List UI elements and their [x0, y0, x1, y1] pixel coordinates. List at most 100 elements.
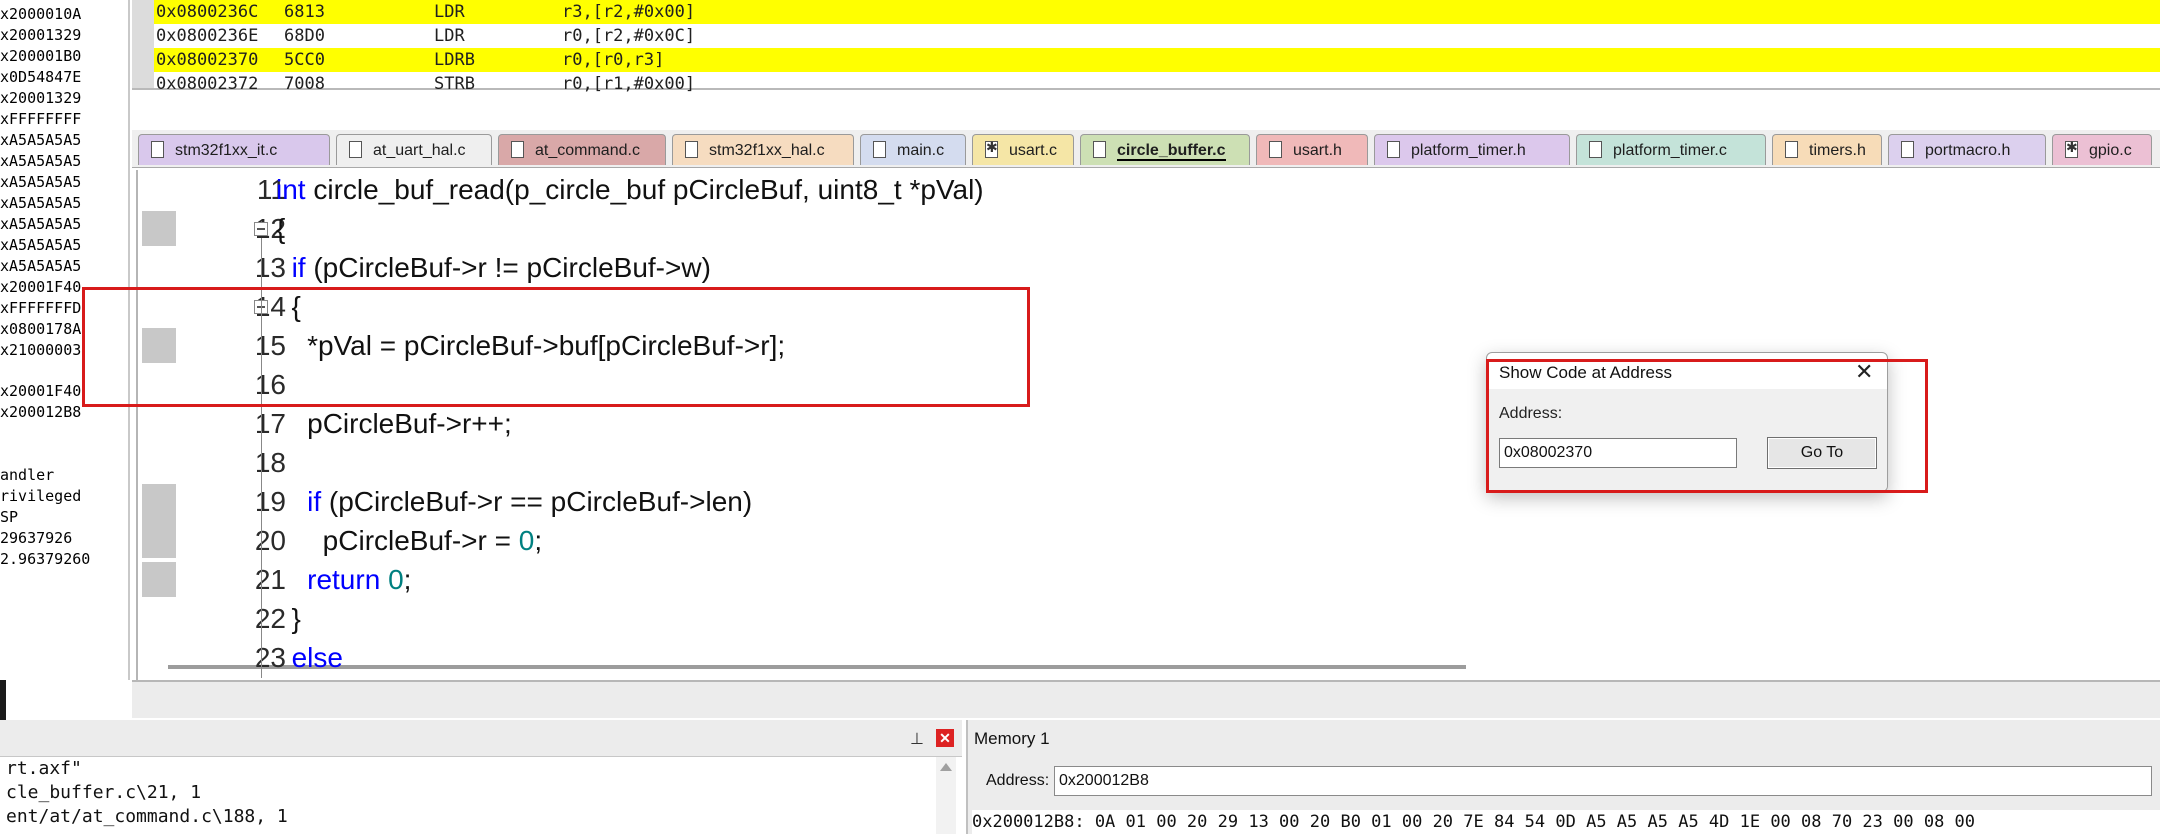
disassembly-code: 68D0	[284, 26, 325, 46]
memory-address-input[interactable]: 0x200012B8	[1054, 766, 2152, 796]
file-icon	[151, 141, 164, 158]
code-line[interactable]: else	[276, 638, 343, 677]
code-line[interactable]: {	[276, 209, 285, 248]
tab-at-uart-hal-c[interactable]: at_uart_hal.c	[336, 134, 492, 165]
disassembly-addr: 0x0800236E	[156, 26, 259, 46]
disassembly-row[interactable]: 0x08002372 7008 STRB r0,[r1,#0x00]	[154, 72, 2160, 96]
tab-usart-h[interactable]: usart.h	[1256, 134, 1368, 165]
tab-label: gpio.c	[2089, 142, 2132, 159]
tab-label: platform_timer.h	[1411, 142, 1526, 159]
tab-usart-c[interactable]: usart.c	[972, 134, 1074, 165]
tab-platform-timer-c[interactable]: platform_timer.c	[1576, 134, 1766, 165]
tab-stm32f1xx-hal-c[interactable]: stm32f1xx_hal.c	[672, 134, 854, 165]
memory-row: 0x200012B8: 0A 01 00 20 29 13 00 20 B0 0…	[972, 810, 2160, 834]
register-value: x200001B0	[0, 47, 82, 65]
pin-icon[interactable]: ⊥	[910, 729, 924, 749]
tab-label: circle_buffer.c	[1117, 142, 1226, 161]
tab-stm32f1xx-it-c[interactable]: stm32f1xx_it.c	[138, 134, 330, 165]
register-value: rivileged	[0, 487, 82, 505]
tab-label: usart.h	[1293, 142, 1342, 159]
disassembly-addr: 0x0800236C	[156, 2, 259, 22]
tab-label: platform_timer.c	[1613, 142, 1727, 159]
register-value: xA5A5A5A5	[0, 152, 82, 170]
tab-circle-buffer-c[interactable]: circle_buffer.c	[1080, 134, 1250, 165]
register-value: xA5A5A5A5	[0, 131, 82, 149]
tab-label: at_uart_hal.c	[373, 142, 466, 159]
register-value: x20001F40	[0, 278, 82, 296]
tab-portmacro-h[interactable]: portmacro.h	[1888, 134, 2046, 165]
tab-platform-timer-h[interactable]: platform_timer.h	[1374, 134, 1570, 165]
register-value: x21000003	[0, 341, 82, 359]
register-value: x2000010A	[0, 5, 82, 23]
line-number: 19	[254, 486, 286, 517]
register-value: x20001F40	[0, 382, 82, 400]
build-output-pane: rt.axf" cle_buffer.c\21, 1 ent/at/at_comma…	[0, 757, 962, 834]
file-icon	[1785, 141, 1798, 158]
code-line[interactable]: pCircleBuf->r++;	[276, 404, 512, 443]
tab-main-c[interactable]: main.c	[860, 134, 966, 165]
build-output-scrollbar[interactable]	[936, 757, 956, 834]
disassembly-code: 7008	[284, 74, 325, 94]
tab-at-command-c[interactable]: at_command.c	[498, 134, 666, 165]
line-number: 12	[254, 213, 286, 244]
register-value: x0800178A	[0, 320, 82, 338]
register-value: x20001329	[0, 89, 82, 107]
code-line[interactable]: pCircleBuf->r = 0;	[276, 521, 542, 560]
file-icon	[511, 141, 524, 158]
tab-label: main.c	[897, 142, 945, 159]
disassembly-mnemonic: STRB	[434, 74, 475, 94]
annotation-box-code	[82, 287, 1030, 407]
file-icon	[685, 141, 698, 158]
executable-line-marker	[142, 484, 176, 558]
line-number: 23	[254, 642, 286, 673]
close-pane-icon[interactable]: ✕	[936, 729, 954, 747]
file-icon	[1901, 141, 1914, 158]
code-line[interactable]: int circle_buf_read(p_circle_buf pCircle…	[276, 170, 984, 209]
tab-label: stm32f1xx_it.c	[175, 142, 278, 159]
config-file-icon	[985, 140, 998, 158]
code-line[interactable]: if (pCircleBuf->r == pCircleBuf->len)	[276, 482, 752, 521]
build-output-line: cle_buffer.c\21, 1	[6, 782, 202, 803]
executable-line-marker	[142, 562, 176, 597]
disassembly-operands: r0,[r0,r3]	[562, 50, 665, 70]
tab-timers-h[interactable]: timers.h	[1772, 134, 1882, 165]
register-value: xFFFFFFFF	[0, 110, 82, 128]
disassembly-row[interactable]: 0x08002370 5CC0 LDRB r0,[r0,r3]	[154, 48, 2160, 72]
line-number: 17	[254, 408, 286, 439]
horizontal-scrollbar[interactable]	[168, 665, 1466, 669]
disassembly-code: 5CC0	[284, 50, 325, 70]
disassembly-mnemonic: LDR	[434, 2, 465, 22]
tab-label: at_command.c	[535, 142, 640, 159]
code-line[interactable]: return 0;	[276, 560, 411, 599]
annotation-box-dialog	[1486, 359, 1928, 493]
disassembly-row[interactable]: 0x0800236C 6813 LDR r3,[r2,#0x00]	[154, 0, 2160, 24]
register-value: 2.96379260	[0, 550, 91, 568]
disassembly-code: 6813	[284, 2, 325, 22]
line-number: 22	[254, 603, 286, 634]
line-number: 13	[254, 252, 286, 283]
code-line[interactable]: if (pCircleBuf->r != pCircleBuf->w)	[276, 248, 711, 287]
register-value: x0D54847E	[0, 68, 82, 86]
disassembly-operands: r3,[r2,#0x00]	[562, 2, 696, 22]
file-icon	[1387, 141, 1400, 158]
disassembly-operands: r0,[r1,#0x00]	[562, 74, 696, 94]
register-value: xA5A5A5A5	[0, 257, 82, 275]
register-value: x20001329	[0, 26, 82, 44]
line-number: 18	[254, 447, 286, 478]
register-value: xFFFFFFFD	[0, 299, 82, 317]
code-line[interactable]: }	[276, 599, 301, 638]
register-value: xA5A5A5A5	[0, 173, 82, 191]
disassembly-row[interactable]: 0x0800236E 68D0 LDR r0,[r2,#0x0C]	[154, 24, 2160, 48]
breakpoint-margin[interactable]	[142, 170, 176, 680]
register-value: 29637926	[0, 529, 73, 547]
fold-toggle-icon[interactable]	[254, 222, 268, 236]
memory-address-label: Address:	[986, 772, 1050, 789]
memory-pane: Memory 1 Address: 0x200012B8 0x200012B8:…	[966, 720, 2160, 834]
file-icon	[1269, 141, 1282, 158]
disassembly-pane: 0x0800236C 6813 LDR r3,[r2,#0x00] 0x0800236E…	[132, 0, 2160, 94]
register-value: xA5A5A5A5	[0, 194, 82, 212]
tab-label: timers.h	[1809, 142, 1866, 159]
tab-gpio-c[interactable]: gpio.c	[2052, 134, 2152, 165]
executable-line-marker	[142, 211, 176, 246]
editor-bottom-bar	[132, 680, 2160, 718]
